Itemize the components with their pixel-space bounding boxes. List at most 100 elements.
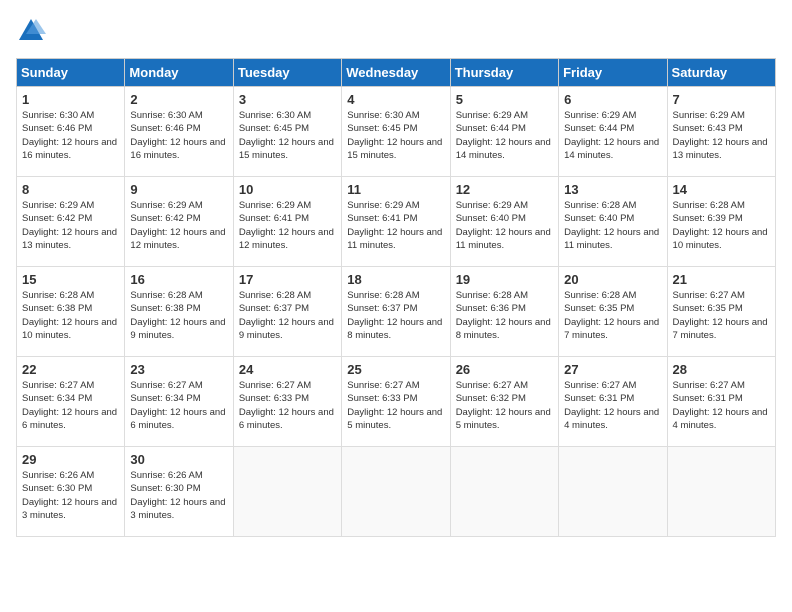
day-number: 21 (673, 272, 770, 287)
sunrise-time: Sunrise: 6:30 AM (239, 110, 311, 121)
sunrise-time: Sunrise: 6:29 AM (564, 110, 636, 121)
day-number: 1 (22, 92, 119, 107)
day-info: Sunrise: 6:27 AM Sunset: 6:31 PM Dayligh… (673, 379, 770, 432)
day-number: 15 (22, 272, 119, 287)
calendar-day-19: 19 Sunrise: 6:28 AM Sunset: 6:36 PM Dayl… (450, 267, 558, 357)
day-number: 12 (456, 182, 553, 197)
sunrise-time: Sunrise: 6:29 AM (22, 200, 94, 211)
calendar-day-13: 13 Sunrise: 6:28 AM Sunset: 6:40 PM Dayl… (559, 177, 667, 267)
daylight-hours: Daylight: 12 hours and 16 minutes. (130, 137, 225, 161)
daylight-hours: Daylight: 12 hours and 12 minutes. (130, 227, 225, 251)
calendar-week-1: 1 Sunrise: 6:30 AM Sunset: 6:46 PM Dayli… (17, 87, 776, 177)
calendar-day-22: 22 Sunrise: 6:27 AM Sunset: 6:34 PM Dayl… (17, 357, 125, 447)
calendar-day-9: 9 Sunrise: 6:29 AM Sunset: 6:42 PM Dayli… (125, 177, 233, 267)
sunset-time: Sunset: 6:34 PM (22, 393, 92, 404)
sunset-time: Sunset: 6:39 PM (673, 213, 743, 224)
day-info: Sunrise: 6:28 AM Sunset: 6:38 PM Dayligh… (22, 289, 119, 342)
calendar-week-4: 22 Sunrise: 6:27 AM Sunset: 6:34 PM Dayl… (17, 357, 776, 447)
sunrise-time: Sunrise: 6:28 AM (22, 290, 94, 301)
daylight-hours: Daylight: 12 hours and 12 minutes. (239, 227, 334, 251)
calendar-header-row: SundayMondayTuesdayWednesdayThursdayFrid… (17, 59, 776, 87)
sunrise-time: Sunrise: 6:28 AM (564, 290, 636, 301)
day-number: 18 (347, 272, 444, 287)
sunset-time: Sunset: 6:35 PM (564, 303, 634, 314)
day-number: 6 (564, 92, 661, 107)
day-info: Sunrise: 6:27 AM Sunset: 6:34 PM Dayligh… (22, 379, 119, 432)
day-number: 26 (456, 362, 553, 377)
sunset-time: Sunset: 6:38 PM (130, 303, 200, 314)
daylight-hours: Daylight: 12 hours and 6 minutes. (130, 407, 225, 431)
sunset-time: Sunset: 6:41 PM (239, 213, 309, 224)
daylight-hours: Daylight: 12 hours and 5 minutes. (347, 407, 442, 431)
sunrise-time: Sunrise: 6:28 AM (456, 290, 528, 301)
calendar-day-10: 10 Sunrise: 6:29 AM Sunset: 6:41 PM Dayl… (233, 177, 341, 267)
sunset-time: Sunset: 6:31 PM (673, 393, 743, 404)
day-info: Sunrise: 6:28 AM Sunset: 6:35 PM Dayligh… (564, 289, 661, 342)
calendar-day-25: 25 Sunrise: 6:27 AM Sunset: 6:33 PM Dayl… (342, 357, 450, 447)
page-header (16, 16, 776, 46)
calendar-week-2: 8 Sunrise: 6:29 AM Sunset: 6:42 PM Dayli… (17, 177, 776, 267)
day-info: Sunrise: 6:30 AM Sunset: 6:45 PM Dayligh… (347, 109, 444, 162)
day-info: Sunrise: 6:26 AM Sunset: 6:30 PM Dayligh… (22, 469, 119, 522)
sunrise-time: Sunrise: 6:29 AM (239, 200, 311, 211)
sunrise-time: Sunrise: 6:27 AM (347, 380, 419, 391)
calendar-week-3: 15 Sunrise: 6:28 AM Sunset: 6:38 PM Dayl… (17, 267, 776, 357)
daylight-hours: Daylight: 12 hours and 6 minutes. (239, 407, 334, 431)
calendar-day-2: 2 Sunrise: 6:30 AM Sunset: 6:46 PM Dayli… (125, 87, 233, 177)
day-number: 24 (239, 362, 336, 377)
calendar-day-26: 26 Sunrise: 6:27 AM Sunset: 6:32 PM Dayl… (450, 357, 558, 447)
day-number: 9 (130, 182, 227, 197)
sunrise-time: Sunrise: 6:28 AM (673, 200, 745, 211)
calendar-day-6: 6 Sunrise: 6:29 AM Sunset: 6:44 PM Dayli… (559, 87, 667, 177)
sunrise-time: Sunrise: 6:26 AM (22, 470, 94, 481)
sunset-time: Sunset: 6:41 PM (347, 213, 417, 224)
calendar-day-8: 8 Sunrise: 6:29 AM Sunset: 6:42 PM Dayli… (17, 177, 125, 267)
sunset-time: Sunset: 6:30 PM (22, 483, 92, 494)
day-info: Sunrise: 6:29 AM Sunset: 6:41 PM Dayligh… (239, 199, 336, 252)
day-info: Sunrise: 6:27 AM Sunset: 6:35 PM Dayligh… (673, 289, 770, 342)
sunset-time: Sunset: 6:46 PM (130, 123, 200, 134)
day-number: 13 (564, 182, 661, 197)
day-info: Sunrise: 6:28 AM Sunset: 6:37 PM Dayligh… (347, 289, 444, 342)
sunrise-time: Sunrise: 6:27 AM (673, 380, 745, 391)
sunrise-time: Sunrise: 6:29 AM (347, 200, 419, 211)
daylight-hours: Daylight: 12 hours and 7 minutes. (673, 317, 768, 341)
daylight-hours: Daylight: 12 hours and 10 minutes. (22, 317, 117, 341)
calendar-header-friday: Friday (559, 59, 667, 87)
day-info: Sunrise: 6:27 AM Sunset: 6:34 PM Dayligh… (130, 379, 227, 432)
calendar-header-monday: Monday (125, 59, 233, 87)
day-number: 17 (239, 272, 336, 287)
daylight-hours: Daylight: 12 hours and 3 minutes. (130, 497, 225, 521)
daylight-hours: Daylight: 12 hours and 11 minutes. (564, 227, 659, 251)
sunrise-time: Sunrise: 6:27 AM (456, 380, 528, 391)
daylight-hours: Daylight: 12 hours and 8 minutes. (347, 317, 442, 341)
sunrise-time: Sunrise: 6:27 AM (22, 380, 94, 391)
day-number: 8 (22, 182, 119, 197)
sunset-time: Sunset: 6:30 PM (130, 483, 200, 494)
calendar-header-tuesday: Tuesday (233, 59, 341, 87)
day-info: Sunrise: 6:28 AM Sunset: 6:40 PM Dayligh… (564, 199, 661, 252)
calendar-header-thursday: Thursday (450, 59, 558, 87)
calendar-day-24: 24 Sunrise: 6:27 AM Sunset: 6:33 PM Dayl… (233, 357, 341, 447)
calendar-day-7: 7 Sunrise: 6:29 AM Sunset: 6:43 PM Dayli… (667, 87, 775, 177)
day-number: 11 (347, 182, 444, 197)
day-number: 14 (673, 182, 770, 197)
day-number: 4 (347, 92, 444, 107)
sunrise-time: Sunrise: 6:26 AM (130, 470, 202, 481)
calendar-day-16: 16 Sunrise: 6:28 AM Sunset: 6:38 PM Dayl… (125, 267, 233, 357)
day-number: 3 (239, 92, 336, 107)
day-info: Sunrise: 6:29 AM Sunset: 6:42 PM Dayligh… (130, 199, 227, 252)
calendar-day-1: 1 Sunrise: 6:30 AM Sunset: 6:46 PM Dayli… (17, 87, 125, 177)
calendar-week-5: 29 Sunrise: 6:26 AM Sunset: 6:30 PM Dayl… (17, 447, 776, 537)
logo (16, 16, 50, 46)
day-info: Sunrise: 6:28 AM Sunset: 6:36 PM Dayligh… (456, 289, 553, 342)
sunrise-time: Sunrise: 6:27 AM (130, 380, 202, 391)
day-number: 10 (239, 182, 336, 197)
day-info: Sunrise: 6:27 AM Sunset: 6:33 PM Dayligh… (239, 379, 336, 432)
day-info: Sunrise: 6:29 AM Sunset: 6:41 PM Dayligh… (347, 199, 444, 252)
calendar-day-15: 15 Sunrise: 6:28 AM Sunset: 6:38 PM Dayl… (17, 267, 125, 357)
day-number: 7 (673, 92, 770, 107)
calendar-day-28: 28 Sunrise: 6:27 AM Sunset: 6:31 PM Dayl… (667, 357, 775, 447)
daylight-hours: Daylight: 12 hours and 15 minutes. (347, 137, 442, 161)
daylight-hours: Daylight: 12 hours and 11 minutes. (347, 227, 442, 251)
